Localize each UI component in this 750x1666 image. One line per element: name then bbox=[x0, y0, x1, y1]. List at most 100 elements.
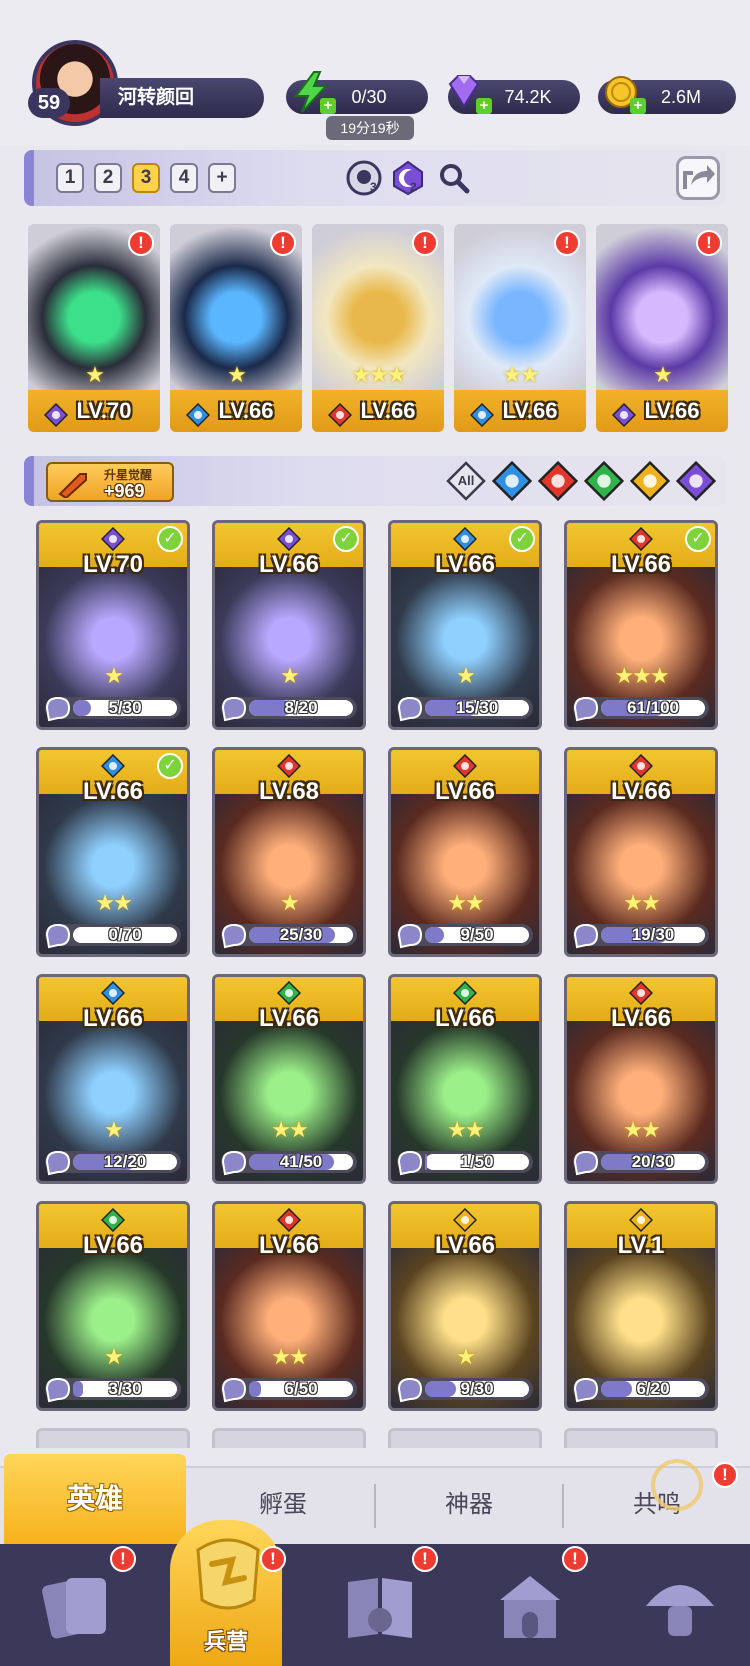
hero-element bbox=[469, 399, 495, 428]
hero-card[interactable]: LV.66 ★★★ 61/100 ✓ bbox=[564, 520, 718, 730]
hero-stars: ★★ bbox=[447, 890, 484, 915]
hero-element bbox=[185, 399, 211, 428]
star-awaken-button[interactable]: 升星觉醒 +969 bbox=[46, 462, 174, 502]
team-tab-2[interactable]: 2 bbox=[94, 163, 122, 193]
gem-plus-icon[interactable]: + bbox=[476, 98, 492, 114]
hero-card[interactable]: LV.66 ★ 3/30 bbox=[36, 1201, 190, 1411]
hero-card-partial bbox=[36, 1428, 190, 1448]
hero-stars: ★ bbox=[653, 362, 673, 387]
hero-card[interactable]: LV.68 ★ 25/30 bbox=[212, 747, 366, 957]
search-icon[interactable] bbox=[434, 158, 474, 198]
player-name[interactable]: 河转颜回 bbox=[100, 78, 264, 118]
hero-level: LV.66 bbox=[610, 1005, 672, 1032]
gold-plus-icon[interactable]: + bbox=[630, 98, 646, 114]
hero-alert-badge: ! bbox=[412, 230, 438, 256]
hero-card[interactable]: LV.70 ★ 5/30 ✓ bbox=[36, 520, 190, 730]
hero-stars: ★ bbox=[104, 663, 124, 688]
moon-element-icon bbox=[43, 402, 69, 428]
shard-icon bbox=[397, 923, 423, 949]
shard-progress-text: 20/30 bbox=[631, 1152, 675, 1171]
hero-stars: ★★ bbox=[95, 890, 132, 915]
filter-moon[interactable] bbox=[675, 460, 717, 502]
fire-element-icon bbox=[276, 753, 302, 779]
hero-level: LV.66 bbox=[434, 551, 496, 578]
fire-element-icon bbox=[276, 1207, 302, 1233]
shard-progress-text: 1/50 bbox=[460, 1152, 494, 1171]
hero-card[interactable]: LV.66 ★★ 0/70 ✓ bbox=[36, 747, 190, 957]
cards-icon bbox=[42, 1578, 106, 1639]
shard-progress: 9/50 bbox=[397, 923, 533, 949]
shard-progress: 19/30 bbox=[573, 923, 709, 949]
hero-card[interactable]: LV.66 ★★ 41/50 bbox=[212, 974, 366, 1184]
hero-element bbox=[628, 1207, 654, 1233]
fire-element-icon bbox=[628, 980, 654, 1006]
hero-level: LV.66 bbox=[82, 1232, 144, 1259]
share-button[interactable] bbox=[676, 156, 720, 200]
filter-wind[interactable] bbox=[583, 460, 625, 502]
hero-level: LV.66 bbox=[434, 1232, 496, 1259]
shard-icon bbox=[45, 923, 71, 949]
shard-progress: 9/30 bbox=[397, 1377, 533, 1403]
team-add-tab[interactable]: + bbox=[208, 163, 236, 193]
hero-card[interactable]: LV.66 ★★ 9/50 bbox=[388, 747, 542, 957]
hero-level-bar: LV.66 bbox=[312, 390, 444, 432]
barracks-icon bbox=[196, 1538, 260, 1610]
hero-element bbox=[276, 526, 302, 552]
hero-card[interactable]: LV.1 6/20 bbox=[564, 1201, 718, 1411]
moon-element-icon[interactable] bbox=[388, 158, 428, 198]
hero-element bbox=[452, 1207, 478, 1233]
shard-progress: 20/30 bbox=[573, 1150, 709, 1176]
hero-element bbox=[628, 526, 654, 552]
book-alert-badge: ! bbox=[412, 1546, 438, 1572]
filter-all[interactable]: All bbox=[446, 461, 486, 501]
hero-card[interactable]: LV.66 ★ 12/20 bbox=[36, 974, 190, 1184]
nav-mushroom[interactable] bbox=[600, 1544, 750, 1666]
team-tab-4[interactable]: 4 bbox=[170, 163, 198, 193]
hero-stars: ★ bbox=[104, 1344, 124, 1369]
moon-element-icon bbox=[675, 460, 717, 502]
hero-card[interactable]: LV.66 ★ 8/20 ✓ bbox=[212, 520, 366, 730]
filter-fire[interactable] bbox=[537, 460, 579, 502]
hero-level: LV.66 bbox=[82, 778, 144, 805]
team-tab-3[interactable]: 3 bbox=[132, 163, 160, 193]
hero-alert-badge: ! bbox=[128, 230, 154, 256]
wind-element-icon bbox=[100, 1207, 126, 1233]
hero-alert-badge: ! bbox=[696, 230, 722, 256]
filter-light[interactable] bbox=[629, 460, 671, 502]
hero-stars: ★★ bbox=[447, 1117, 484, 1142]
shard-progress: 0/70 bbox=[45, 923, 181, 949]
hero-element bbox=[452, 753, 478, 779]
shard-progress-text: 15/30 bbox=[455, 698, 499, 717]
hero-element bbox=[100, 753, 126, 779]
hero-element bbox=[276, 980, 302, 1006]
hero-element bbox=[452, 526, 478, 552]
shard-icon bbox=[573, 923, 599, 949]
shard-icon bbox=[397, 1377, 423, 1403]
hero-stars: ★★ bbox=[271, 1344, 308, 1369]
shard-icon bbox=[45, 1377, 71, 1403]
hero-card[interactable]: LV.66 ★ 15/30 ✓ bbox=[388, 520, 542, 730]
awaken-value: +969 bbox=[104, 481, 145, 501]
hero-element bbox=[100, 1207, 126, 1233]
shard-progress: 12/20 bbox=[45, 1150, 181, 1176]
hero-level: LV.66 bbox=[258, 1232, 320, 1259]
hero-card[interactable]: LV.66 ★ 9/30 bbox=[388, 1201, 542, 1411]
hero-card[interactable]: LV.66 ★★ 20/30 bbox=[564, 974, 718, 1184]
shard-progress: 6/50 bbox=[221, 1377, 357, 1403]
stamina-plus-icon[interactable]: + bbox=[320, 98, 336, 114]
hero-element bbox=[628, 980, 654, 1006]
hero-element bbox=[628, 753, 654, 779]
moon-element-icon bbox=[611, 402, 637, 428]
hero-card[interactable]: LV.66 ★★ 6/50 bbox=[212, 1201, 366, 1411]
hero-stars: ★ bbox=[280, 663, 300, 688]
hero-card[interactable]: LV.66 ★★ 19/30 bbox=[564, 747, 718, 957]
nav-barracks-label: 兵营 bbox=[203, 1629, 248, 1654]
fire-element-icon bbox=[628, 753, 654, 779]
tab-artifacts[interactable]: 神器 bbox=[376, 1480, 562, 1530]
hero-element bbox=[327, 399, 353, 428]
hooded-hero-icon[interactable] bbox=[344, 158, 384, 198]
hero-card[interactable]: LV.66 ★★ 1/50 bbox=[388, 974, 542, 1184]
team-tab-1[interactable]: 1 bbox=[56, 163, 84, 193]
hero-level: LV.66 bbox=[610, 778, 672, 805]
filter-water[interactable] bbox=[491, 460, 533, 502]
